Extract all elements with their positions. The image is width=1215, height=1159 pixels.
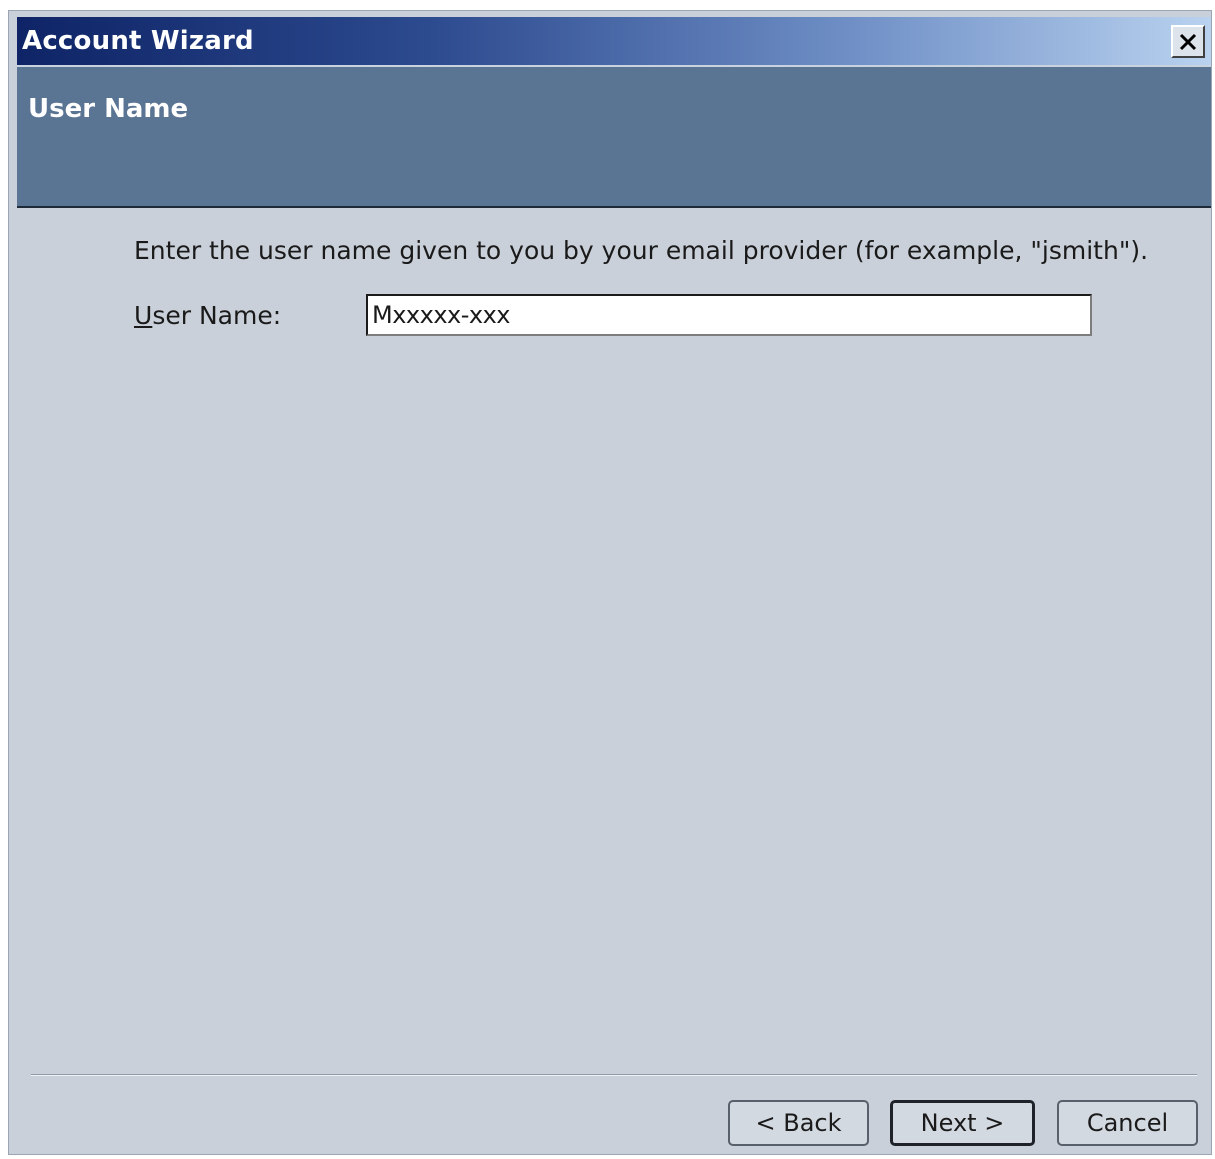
- window-title: Account Wizard: [22, 26, 254, 56]
- back-button[interactable]: < Back: [728, 1100, 869, 1146]
- cancel-button[interactable]: Cancel: [1057, 1100, 1198, 1146]
- username-label-text: ser Name:: [152, 301, 282, 330]
- next-button[interactable]: Next >: [890, 1100, 1035, 1146]
- username-label-accesskey: U: [134, 301, 153, 330]
- wizard-page-header: User Name: [17, 65, 1211, 208]
- button-separator: [31, 1074, 1197, 1076]
- close-icon: [1179, 33, 1197, 51]
- instruction-text: Enter the user name given to you by your…: [134, 236, 1149, 265]
- username-label: User Name:: [134, 301, 281, 330]
- account-wizard-dialog: Account Wizard User Name Enter the user …: [8, 10, 1212, 1155]
- username-input[interactable]: [366, 294, 1092, 336]
- page-title: User Name: [28, 94, 189, 124]
- title-bar[interactable]: Account Wizard: [17, 17, 1211, 67]
- close-button[interactable]: [1171, 25, 1205, 58]
